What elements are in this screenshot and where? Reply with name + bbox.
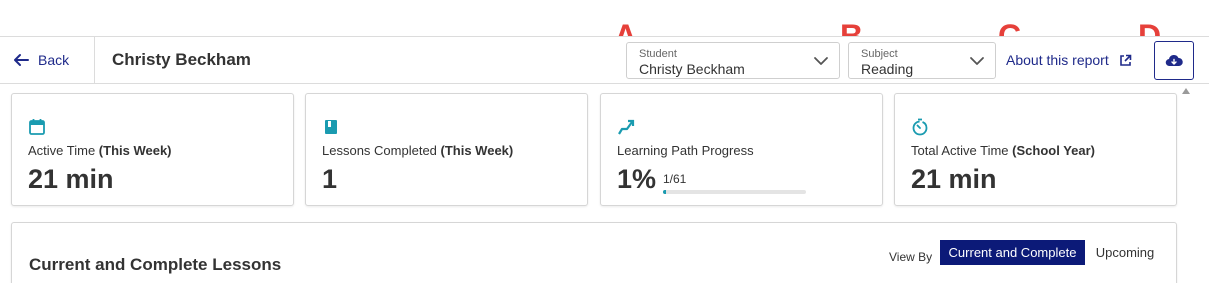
book-icon — [325, 120, 337, 134]
calendar-icon — [29, 119, 45, 135]
stat-card-value: 21 min — [28, 164, 114, 194]
stat-card-active-time: Active Time (This Week) 21 min — [11, 93, 294, 206]
stat-card-total-active-time: Total Active Time (School Year) 21 min — [894, 93, 1177, 206]
scrollbar-up-arrow[interactable] — [1182, 88, 1190, 94]
subject-select-value: Reading — [861, 61, 914, 77]
subject-select[interactable]: Subject Reading — [848, 42, 996, 79]
stat-card-lessons-completed: Lessons Completed (This Week) 1 — [305, 93, 588, 206]
toggle-upcoming[interactable]: Upcoming — [1085, 240, 1165, 265]
chevron-down-icon — [970, 57, 984, 65]
subject-select-label: Subject — [861, 48, 898, 60]
progress-fraction: 1/61 — [663, 172, 687, 186]
stat-card-label: Lessons Completed (This Week) — [322, 143, 514, 158]
about-report-link[interactable]: About this report — [1006, 37, 1132, 83]
report-header: Back Christy Beckham Student Christy Bec… — [0, 36, 1209, 84]
download-button[interactable] — [1154, 41, 1194, 80]
progress-bar-fill — [663, 190, 666, 194]
stat-card-learning-path-progress: Learning Path Progress 1% 1/61 — [600, 93, 883, 206]
stat-card-value: 21 min — [911, 164, 997, 194]
chevron-down-icon — [814, 57, 828, 65]
student-select-label: Student — [639, 48, 677, 60]
view-by-label: View By — [889, 250, 933, 264]
stat-card-label: Total Active Time (School Year) — [911, 143, 1095, 158]
stat-card-label: Active Time (This Week) — [28, 143, 172, 158]
back-button-label: Back — [38, 52, 70, 68]
lessons-panel: Current and Complete Lessons View By Cur… — [11, 222, 1177, 283]
back-button[interactable]: Back — [12, 37, 69, 83]
student-select-value: Christy Beckham — [639, 61, 745, 77]
lessons-title: Current and Complete Lessons — [29, 255, 282, 274]
student-select[interactable]: Student Christy Beckham — [626, 42, 840, 79]
path-arrow-icon — [618, 119, 635, 135]
page-title: Christy Beckham — [112, 50, 251, 69]
external-link-icon — [1119, 54, 1132, 66]
stat-card-label: Learning Path Progress — [617, 143, 754, 158]
stat-card-value: 1 — [322, 164, 338, 194]
stat-card-value: 1% — [617, 164, 657, 194]
about-report-label: About this report — [1006, 52, 1109, 68]
header-divider — [94, 37, 95, 83]
cloud-download-icon — [1165, 54, 1183, 66]
progress-bar — [663, 190, 806, 194]
stopwatch-icon — [912, 118, 928, 136]
toggle-current-and-complete[interactable]: Current and Complete — [940, 240, 1085, 265]
arrow-left-icon — [14, 54, 29, 66]
